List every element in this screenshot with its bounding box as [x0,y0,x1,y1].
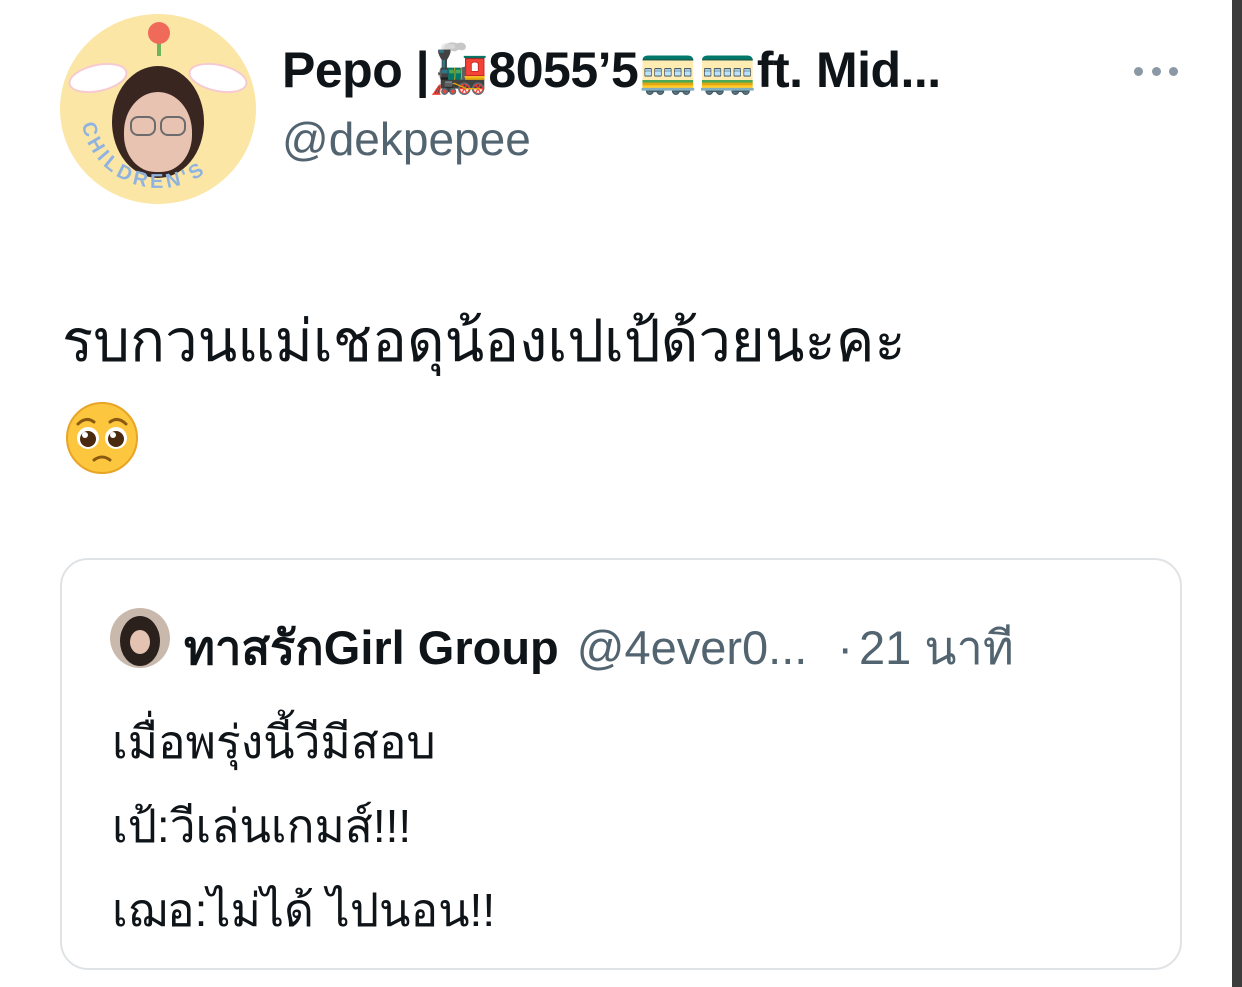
more-dot-icon [1134,66,1143,76]
more-dot-icon [1151,66,1161,76]
pleading-face-icon [66,402,138,474]
quoted-timestamp[interactable]: 21 นาที [859,610,1014,685]
author-name-suffix: ft. Mid... [756,42,941,98]
tweet-screen: CHILDREN'S Pepo | 🚂 8055’5 🚃 🚃 ft. Mid..… [0,0,1242,987]
avatar-ring-lettering: CHILDREN'S [77,119,211,193]
more-dot-icon [1169,66,1178,76]
separator-dot: · [837,621,854,674]
author-avatar[interactable]: CHILDREN'S [60,14,256,204]
tweet-text: รบกวนแม่เชอดุน้องเปเป้ด้วยนะคะ [62,309,906,374]
quoted-text-line: เป้:วีเล่นเกมส์!!! [112,800,412,852]
quoted-tweet-text: เมื่อพรุ่งนี้วีมีสอบ เป้:วีเล่นเกมส์!!! … [112,700,1132,952]
quoted-author-avatar[interactable] [110,608,170,668]
railway-car-icon: 🚃 [638,43,698,96]
quoted-tweet-card[interactable]: ทาสรักGirl Group @4ever0... · 21 นาที เม… [60,558,1182,970]
more-options-button[interactable] [1130,56,1182,86]
svg-text:CHILDREN'S: CHILDREN'S [77,119,211,193]
author-name-prefix: Pepo | [282,42,430,98]
quoted-avatar-face [130,630,150,654]
window-edge [1232,0,1242,987]
railway-car-icon: 🚃 [697,43,758,96]
author-name[interactable]: Pepo | 🚂 8055’5 🚃 🚃 ft. Mid... [282,38,1112,102]
locomotive-icon: 🚂 [429,43,489,96]
avatar-ring-text: CHILDREN'S [77,119,207,193]
quoted-text-line: เมื่อพรุ่งนี้วีมีสอบ [112,716,436,768]
quoted-author-handle[interactable]: @4ever0... [577,620,808,675]
author-name-number: 8055’5 [488,42,639,98]
quoted-tweet-header: ทาสรักGirl Group @4ever0... · 21 นาที [184,610,1164,685]
author-handle[interactable]: @dekpepee [282,112,531,166]
quoted-text-line: เฌอ:ไม่ได้ ไปนอน!! [112,884,496,936]
quoted-author-name[interactable]: ทาสรักGirl Group [184,610,559,685]
